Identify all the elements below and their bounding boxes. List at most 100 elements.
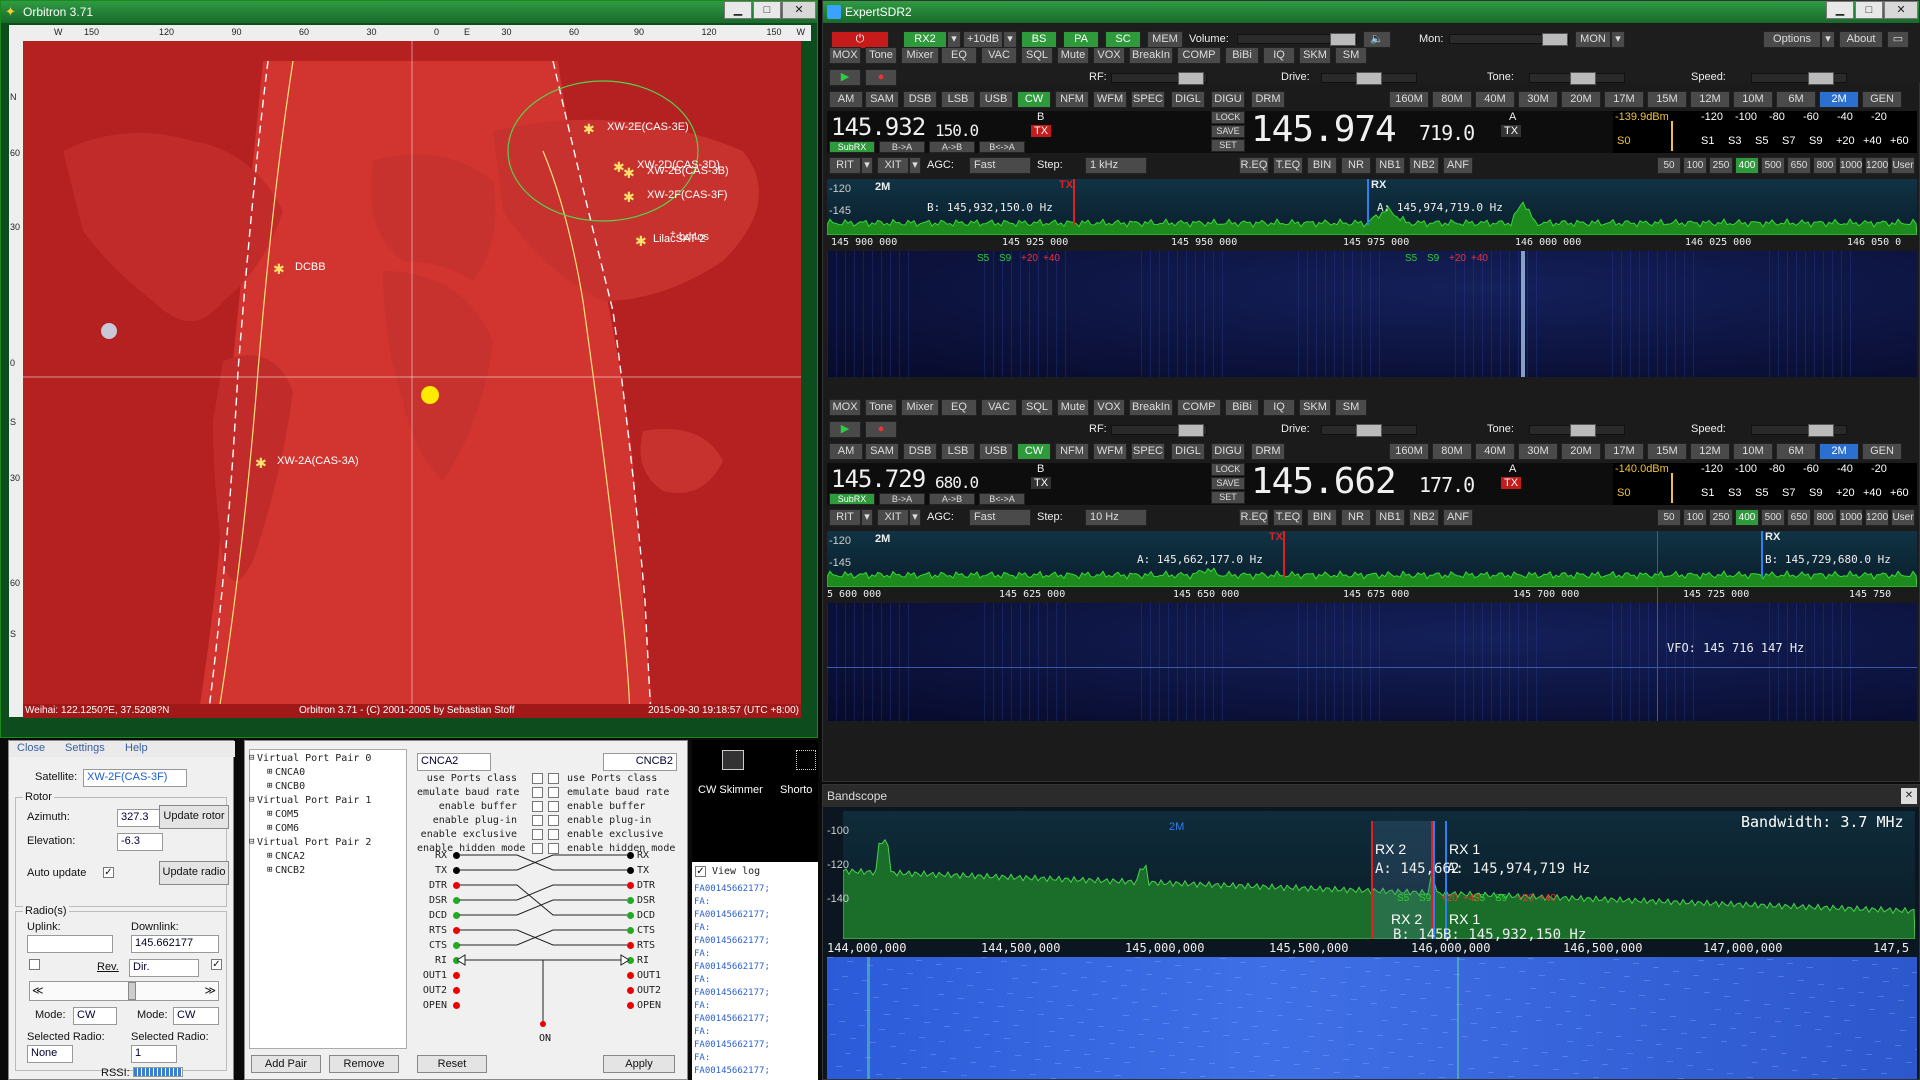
sql-button[interactable]: SQL (1021, 399, 1053, 416)
option-checkbox-left[interactable] (532, 773, 543, 784)
update-radio-button[interactable]: Update radio (159, 861, 229, 885)
mode-wfm-button[interactable]: WFM (1093, 91, 1127, 108)
drive-slider[interactable] (1321, 72, 1417, 85)
tree-collapse-icon[interactable]: ⊟ (249, 753, 254, 763)
play-button[interactable]: ▶ (829, 421, 861, 438)
rx2-button[interactable]: RX2 (903, 31, 947, 48)
mode-dsb-button[interactable]: DSB (903, 91, 937, 108)
rf-gain-slider[interactable] (1111, 424, 1207, 437)
band-20m-button[interactable]: 20M (1561, 443, 1601, 460)
eq-button[interactable]: EQ (941, 47, 977, 64)
tree-collapse-icon[interactable]: ⊟ (249, 837, 254, 847)
tune-slider[interactable]: ≪ ≫ (29, 981, 219, 1001)
bandscope-titlebar[interactable]: Bandscope ✕ (823, 785, 1920, 807)
mode-sam-button[interactable]: SAM (865, 443, 899, 460)
mon-dropdown[interactable]: ▾ (1611, 31, 1625, 48)
dir-checkbox[interactable]: ✓ (211, 959, 222, 970)
save-button[interactable]: SAVE (1211, 477, 1245, 490)
port-tree-item[interactable]: CNCA0 (275, 767, 305, 778)
xit-dropdown[interactable]: ▾ (909, 157, 921, 174)
breakin-button[interactable]: BreakIn (1129, 47, 1173, 64)
auto-update-checkbox[interactable]: ✓ (103, 867, 114, 878)
satellite-icon[interactable]: ✱ (583, 121, 595, 138)
port-a-field[interactable]: CNCA2 (417, 753, 491, 771)
filter-650-button[interactable]: 650 (1787, 509, 1811, 526)
satellite-icon[interactable]: ✱ (623, 189, 635, 206)
mute-button[interactable]: Mute (1057, 47, 1089, 64)
filter-1000-button[interactable]: 1000 (1839, 157, 1863, 174)
band-80m-button[interactable]: 80M (1432, 91, 1472, 108)
vfo-ab-button[interactable]: A->B (929, 493, 975, 505)
vfo-ba-button[interactable]: B<->A (979, 141, 1025, 153)
satellite-label[interactable]: XW-2A(CAS-3A) (277, 455, 359, 467)
filter-400-button[interactable]: 400 (1735, 157, 1759, 174)
tree-expand-icon[interactable]: ⊞ (267, 767, 272, 777)
comp-button[interactable]: COMP (1177, 399, 1221, 416)
option-checkbox-left[interactable] (532, 787, 543, 798)
band-80m-button[interactable]: 80M (1432, 443, 1472, 460)
dsp-nb2-button[interactable]: NB2 (1409, 157, 1439, 174)
remove-button[interactable]: Remove (329, 1055, 399, 1073)
band-12m-button[interactable]: 12M (1690, 443, 1730, 460)
vfo-ba-button[interactable]: B<->A (979, 493, 1025, 505)
tree-expand-icon[interactable]: ⊞ (267, 781, 272, 791)
breakin-button[interactable]: BreakIn (1129, 399, 1173, 416)
mode-up-field[interactable]: CW (73, 1007, 117, 1025)
mode-spec-button[interactable]: SPEC (1131, 91, 1165, 108)
iq-button[interactable]: IQ (1263, 399, 1295, 416)
mon-button[interactable]: MON (1575, 31, 1611, 48)
play-button[interactable]: ▶ (829, 69, 861, 86)
band-40m-button[interactable]: 40M (1475, 91, 1515, 108)
rit-button[interactable]: RIT (829, 509, 861, 526)
sm-button[interactable]: SM (1335, 399, 1367, 416)
mon-slider[interactable] (1449, 33, 1569, 46)
option-checkbox-right[interactable] (548, 773, 559, 784)
volume-slider[interactable] (1237, 33, 1357, 46)
mode-nfm-button[interactable]: NFM (1055, 443, 1089, 460)
mode-digu-button[interactable]: DIGU (1211, 443, 1245, 460)
mixer-button[interactable]: Mixer (901, 399, 939, 416)
dsp-teq-button[interactable]: T.EQ (1273, 509, 1303, 526)
option-checkbox-left[interactable] (532, 829, 543, 840)
band-160m-button[interactable]: 160M (1389, 443, 1429, 460)
band-6m-button[interactable]: 6M (1776, 91, 1816, 108)
bibi-button[interactable]: BiBi (1225, 47, 1259, 64)
plus10db-button[interactable]: +10dB (963, 31, 1003, 48)
tree-expand-icon[interactable]: ⊞ (267, 823, 272, 833)
band-12m-button[interactable]: 12M (1690, 91, 1730, 108)
close-button[interactable]: ✕ (1884, 1, 1918, 19)
pa-button[interactable]: PA (1063, 31, 1099, 48)
mox-button[interactable]: MOX (829, 399, 861, 416)
view-log-checkbox[interactable]: ✓ (695, 866, 706, 877)
mode-nfm-button[interactable]: NFM (1055, 91, 1089, 108)
about-button[interactable]: About (1839, 31, 1883, 48)
agc-select[interactable]: Fast (969, 509, 1031, 526)
close-button[interactable]: ✕ (782, 1, 816, 19)
mode-cw-button[interactable]: CW (1017, 91, 1051, 108)
filter-800-button[interactable]: 800 (1813, 157, 1837, 174)
tone-button[interactable]: Tone (865, 399, 897, 416)
filter-50-button[interactable]: 50 (1657, 509, 1681, 526)
mode-usb-button[interactable]: USB (979, 91, 1013, 108)
xit-button[interactable]: XIT (877, 157, 909, 174)
band-30m-button[interactable]: 30M (1518, 91, 1558, 108)
dsp-teq-button[interactable]: T.EQ (1273, 157, 1303, 174)
vac-button[interactable]: VAC (981, 47, 1017, 64)
menu-help[interactable]: Help (125, 742, 148, 754)
vfo-b-frequency[interactable]: 145.729 (831, 465, 926, 493)
band-10m-button[interactable]: 10M (1733, 91, 1773, 108)
mode-down-field[interactable]: CW (173, 1007, 219, 1025)
minimize-button[interactable]: ▁ (1826, 1, 1854, 19)
dsp-nb1-button[interactable]: NB1 (1375, 509, 1405, 526)
filter-user-button[interactable]: User (1891, 509, 1915, 526)
option-checkbox-right[interactable] (548, 801, 559, 812)
spectrum-display[interactable] (827, 531, 1917, 587)
mode-cw-button[interactable]: CW (1017, 443, 1051, 460)
band-15m-button[interactable]: 15M (1647, 443, 1687, 460)
drive-slider[interactable] (1321, 424, 1417, 437)
mode-digl-button[interactable]: DIGL (1171, 91, 1205, 108)
band-gen-button[interactable]: GEN (1862, 91, 1902, 108)
satellite-icon[interactable]: ✱ (635, 233, 647, 250)
filter-500-button[interactable]: 500 (1761, 509, 1785, 526)
rit-dropdown[interactable]: ▾ (861, 509, 873, 526)
